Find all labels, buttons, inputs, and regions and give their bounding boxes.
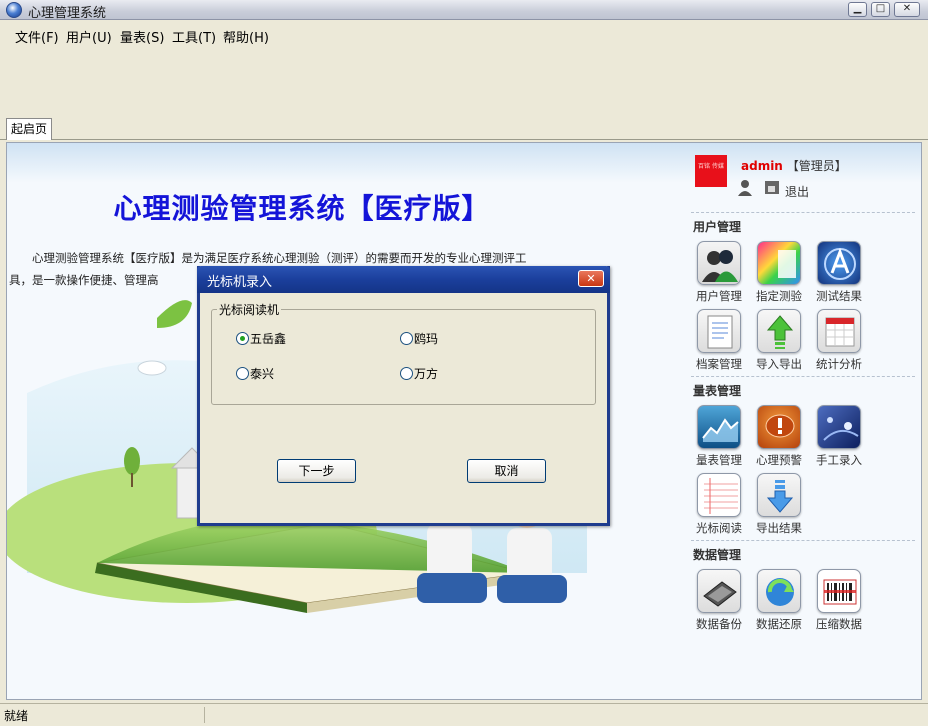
archive-icon bbox=[697, 309, 741, 353]
section-divider bbox=[691, 540, 915, 541]
tab-start-page[interactable]: 起启页 bbox=[6, 118, 52, 140]
tool-scale-management[interactable]: 量表管理 bbox=[689, 405, 749, 471]
tool-label: 光标阅读 bbox=[696, 521, 742, 535]
tool-label: 数据备份 bbox=[696, 617, 742, 631]
maximize-button[interactable]: □ bbox=[871, 2, 890, 17]
tool-label: 心理预警 bbox=[756, 453, 802, 467]
dialog-title: 光标机录入 bbox=[207, 275, 273, 290]
tool-warning[interactable]: 心理预警 bbox=[749, 405, 809, 471]
assign-test-icon bbox=[757, 241, 801, 285]
radio-label: 鸥玛 bbox=[414, 332, 439, 346]
tool-user-management[interactable]: 用户管理 bbox=[689, 241, 749, 307]
logout-link[interactable]: 退出 bbox=[785, 183, 809, 200]
section-data-management: 数据管理 bbox=[693, 548, 742, 562]
tool-label: 数据还原 bbox=[756, 617, 802, 631]
tool-label: 导出结果 bbox=[756, 521, 802, 535]
window-title-bar: 心理管理系统 ▁ □ ✕ bbox=[0, 0, 928, 21]
user-role: 【管理员】 bbox=[786, 159, 847, 173]
export-arrow-icon bbox=[757, 473, 801, 517]
menu-bar: 文件(F) 用户(U) 量表(S) 工具(T) 帮助(H) bbox=[0, 24, 928, 46]
section-scale-management: 量表管理 bbox=[693, 384, 742, 398]
tool-assign-test[interactable]: 指定测验 bbox=[749, 241, 809, 307]
page-title: 心理测验管理系统【医疗版】 bbox=[113, 192, 491, 225]
radio-wanfang[interactable]: 万方 bbox=[400, 365, 438, 382]
tool-compress-data[interactable]: 压缩数据 bbox=[809, 569, 869, 635]
radio-label: 万方 bbox=[414, 367, 439, 381]
section-divider bbox=[691, 212, 915, 213]
tool-cursor-reading[interactable]: 光标阅读 bbox=[689, 473, 749, 539]
switch-window-icon bbox=[765, 181, 779, 194]
close-icon: ✕ bbox=[902, 3, 912, 14]
user-info: admin 【管理员】 bbox=[741, 157, 847, 174]
reader-groupbox: 光标阅读机 五岳鑫 鸥玛 泰兴 万方 bbox=[211, 301, 596, 405]
import-export-icon bbox=[757, 309, 801, 353]
radio-empty-icon bbox=[236, 367, 249, 380]
barcode-icon bbox=[817, 569, 861, 613]
notebook-icon bbox=[697, 473, 741, 517]
tool-label: 档案管理 bbox=[696, 357, 742, 371]
tool-statistics[interactable]: 统计分析 bbox=[809, 309, 869, 375]
tool-label: 测试结果 bbox=[816, 289, 862, 303]
radio-wuyuexin[interactable]: 五岳鑫 bbox=[236, 330, 286, 347]
scale-chart-icon bbox=[697, 405, 741, 449]
warning-bubble-icon bbox=[757, 405, 801, 449]
tool-label: 手工录入 bbox=[816, 453, 862, 467]
status-bar: 就绪 bbox=[0, 703, 928, 726]
radio-taixing[interactable]: 泰兴 bbox=[236, 365, 274, 382]
menu-file[interactable]: 文件(F) bbox=[15, 27, 59, 46]
app-globe-icon bbox=[6, 2, 22, 18]
maximize-icon: □ bbox=[875, 3, 886, 14]
radio-ouma[interactable]: 鸥玛 bbox=[400, 330, 438, 347]
minimize-icon: ▁ bbox=[853, 3, 862, 14]
groupbox-label: 光标阅读机 bbox=[217, 301, 282, 318]
tool-data-restore[interactable]: 数据还原 bbox=[749, 569, 809, 635]
radio-empty-icon bbox=[400, 332, 413, 345]
tool-label: 压缩数据 bbox=[816, 617, 862, 631]
right-sidebar: 百铭 传媒 admin 【管理员】 退出 用户管理 用户管理 指定测验 测试结果… bbox=[687, 143, 921, 699]
backup-disk-icon bbox=[697, 569, 741, 613]
cancel-button[interactable]: 取消 bbox=[467, 459, 546, 483]
tool-data-backup[interactable]: 数据备份 bbox=[689, 569, 749, 635]
radio-label: 五岳鑫 bbox=[250, 332, 287, 346]
next-step-button[interactable]: 下一步 bbox=[277, 459, 356, 483]
menu-help[interactable]: 帮助(H) bbox=[223, 27, 269, 46]
tool-label: 用户管理 bbox=[696, 289, 742, 303]
tool-test-results[interactable]: 测试结果 bbox=[809, 241, 869, 307]
tool-label: 统计分析 bbox=[816, 357, 862, 371]
users-icon bbox=[697, 241, 741, 285]
avatar: 百铭 传媒 bbox=[695, 155, 727, 187]
dialog-title-bar: 光标机录入 ✕ bbox=[197, 266, 610, 293]
tool-label: 指定测验 bbox=[756, 289, 802, 303]
minimize-button[interactable]: ▁ bbox=[848, 2, 867, 17]
status-text: 就绪 bbox=[4, 709, 29, 723]
close-button[interactable]: ✕ bbox=[894, 2, 920, 17]
menu-user[interactable]: 用户(U) bbox=[66, 27, 112, 46]
user-name: admin bbox=[741, 159, 783, 173]
window-title: 心理管理系统 bbox=[28, 6, 107, 21]
menu-tools[interactable]: 工具(T) bbox=[172, 27, 216, 46]
radio-selected-icon bbox=[236, 332, 249, 345]
test-results-icon bbox=[817, 241, 861, 285]
tool-manual-entry[interactable]: 手工录入 bbox=[809, 405, 869, 471]
dialog-close-button[interactable]: ✕ bbox=[578, 270, 604, 287]
tool-label: 量表管理 bbox=[696, 453, 742, 467]
section-divider bbox=[691, 376, 915, 377]
radio-empty-icon bbox=[400, 367, 413, 380]
close-icon: ✕ bbox=[586, 272, 596, 285]
manual-entry-icon bbox=[817, 405, 861, 449]
cursor-reader-dialog: 光标机录入 ✕ 光标阅读机 五岳鑫 鸥玛 泰兴 万方 下一步 取消 bbox=[197, 266, 610, 526]
section-user-management: 用户管理 bbox=[693, 220, 742, 234]
user-profile-icon bbox=[738, 180, 752, 196]
menu-scale[interactable]: 量表(S) bbox=[120, 27, 164, 46]
statistics-icon bbox=[817, 309, 861, 353]
radio-label: 泰兴 bbox=[250, 367, 275, 381]
tool-label: 导入导出 bbox=[756, 357, 802, 371]
tool-export-results[interactable]: 导出结果 bbox=[749, 473, 809, 539]
tool-import-export[interactable]: 导入导出 bbox=[749, 309, 809, 375]
restore-icon bbox=[757, 569, 801, 613]
leaf-shape bbox=[157, 300, 192, 328]
status-separator bbox=[204, 707, 205, 723]
tool-archive[interactable]: 档案管理 bbox=[689, 309, 749, 375]
tab-strip: 起启页 bbox=[0, 118, 928, 140]
